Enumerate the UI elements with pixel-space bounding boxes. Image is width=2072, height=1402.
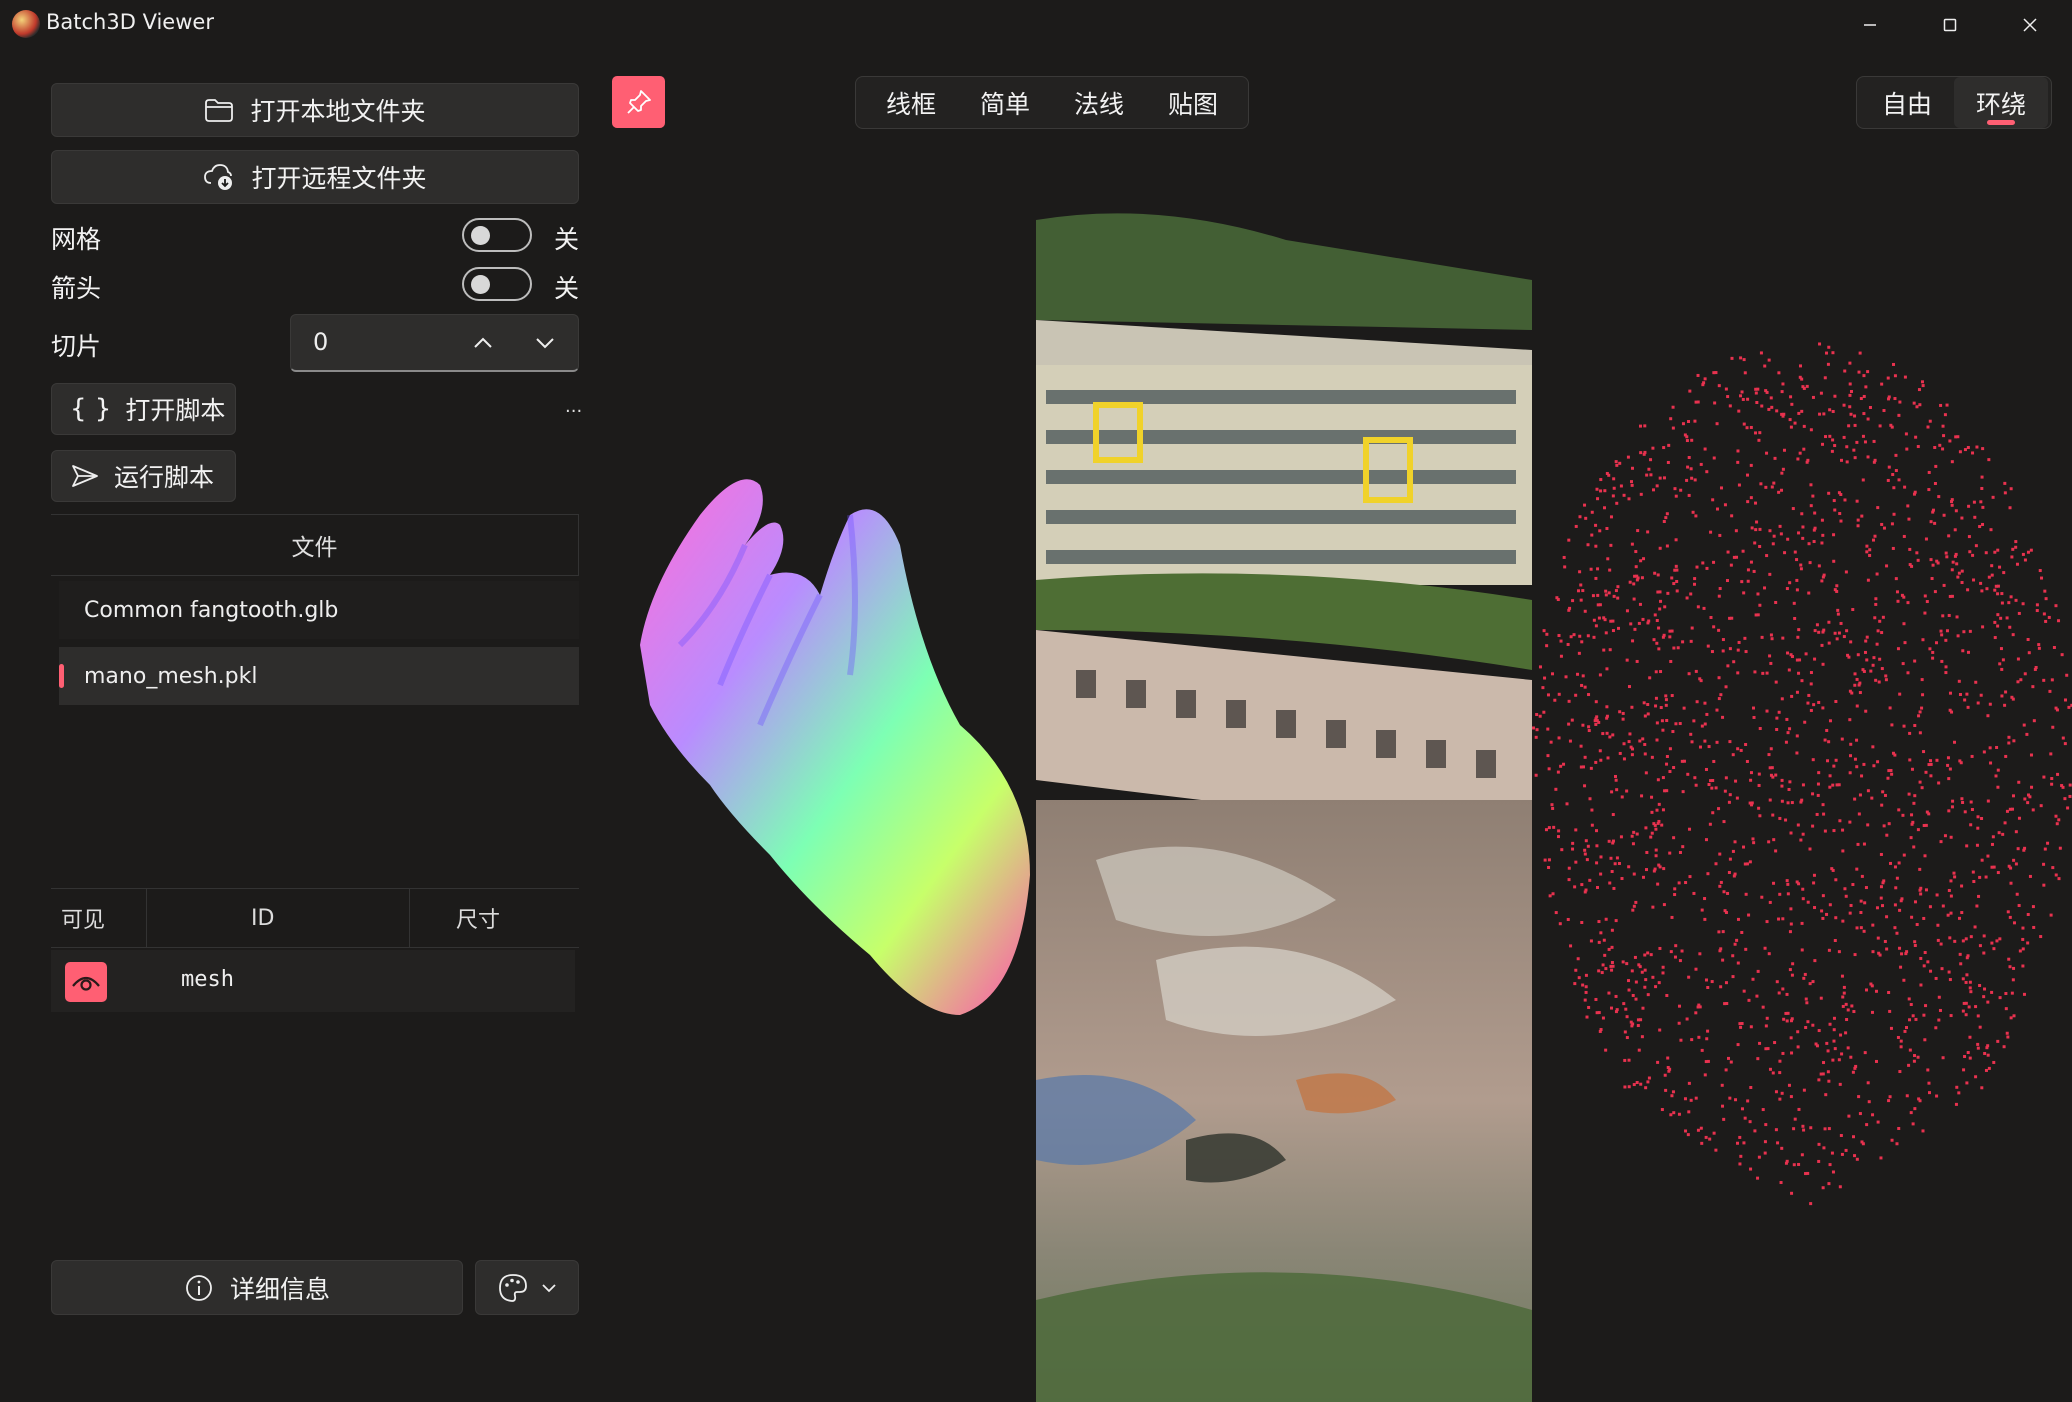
selected-indicator <box>59 664 64 688</box>
arrow-toggle[interactable] <box>462 267 532 301</box>
close-button[interactable] <box>1990 0 2070 50</box>
chevron-down-icon[interactable] <box>533 333 557 353</box>
visibility-toggle[interactable] <box>65 962 107 1002</box>
camera-mode-orbit[interactable]: 环绕 <box>1954 77 2049 128</box>
column-divider[interactable] <box>409 889 410 947</box>
chevron-down-icon <box>542 1283 556 1292</box>
open-local-folder-button[interactable]: 打开本地文件夹 <box>51 83 579 137</box>
cloud-download-icon <box>204 164 233 190</box>
grid-state-label: 关 <box>554 225 580 254</box>
details-label: 详细信息 <box>229 1274 330 1304</box>
table-row[interactable]: mesh <box>51 950 575 1012</box>
eye-icon <box>72 976 100 991</box>
render-mode-simple[interactable]: 简单 <box>958 77 1052 128</box>
maximize-icon <box>1943 18 1957 32</box>
arrow-label: 箭头 <box>51 274 102 303</box>
camera-mode-free[interactable]: 自由 <box>1860 77 1954 128</box>
point-cloud-model[interactable] <box>1532 330 2072 1210</box>
palette-icon <box>499 1273 527 1302</box>
render-mode-normal[interactable]: 法线 <box>1052 77 1146 128</box>
script-path-text: ... <box>565 396 583 417</box>
hand-mesh-model[interactable] <box>620 455 1040 1035</box>
folder-icon <box>205 99 234 122</box>
pin-icon <box>626 90 651 114</box>
file-item-common-fangtooth[interactable]: Common fangtooth.glb <box>59 581 579 639</box>
braces-icon: { } <box>70 394 112 424</box>
slice-label: 切片 <box>51 332 102 361</box>
render-mode-wireframe[interactable]: 线框 <box>864 77 958 128</box>
file-item-mano-mesh[interactable]: mano_mesh.pkl <box>59 647 579 705</box>
send-icon <box>72 465 98 487</box>
photogrammetry-scene[interactable] <box>1036 200 1532 1402</box>
open-remote-folder-label: 打开远程文件夹 <box>251 164 427 193</box>
files-header-label: 文件 <box>291 535 338 561</box>
close-icon <box>2023 18 2037 32</box>
pin-button[interactable] <box>612 76 665 128</box>
details-button[interactable]: 详细信息 <box>51 1260 463 1315</box>
render-mode-selector[interactable]: 线框 简单 法线 贴图 <box>855 76 1250 129</box>
column-size[interactable]: 尺寸 <box>456 889 500 947</box>
files-header: 文件 <box>51 514 579 576</box>
table-header: 可见 ID 尺寸 <box>51 888 579 948</box>
column-id[interactable]: ID <box>251 889 274 947</box>
minimize-button[interactable] <box>1830 0 1910 50</box>
scene-image <box>1036 200 1532 1402</box>
file-name: mano_mesh.pkl <box>84 663 258 689</box>
grid-label: 网格 <box>51 225 102 254</box>
run-script-button[interactable]: 运行脚本 <box>51 450 236 502</box>
open-script-button[interactable]: { } 打开脚本 <box>51 383 236 435</box>
run-script-label: 运行脚本 <box>114 463 215 492</box>
file-name: Common fangtooth.glb <box>84 597 339 623</box>
open-local-folder-label: 打开本地文件夹 <box>250 97 426 126</box>
info-icon <box>186 1274 212 1301</box>
app-icon <box>12 10 40 38</box>
open-remote-folder-button[interactable]: 打开远程文件夹 <box>51 150 579 204</box>
row-id: mesh <box>181 967 234 992</box>
minimize-icon <box>1864 24 1876 26</box>
maximize-button[interactable] <box>1910 0 1990 50</box>
window-title: Batch3D Viewer <box>46 10 214 34</box>
column-divider[interactable] <box>146 889 147 947</box>
slice-stepper[interactable]: 0 <box>290 314 579 372</box>
grid-toggle[interactable] <box>462 218 532 252</box>
camera-mode-selector[interactable]: 自由 环绕 <box>1856 76 2053 129</box>
chevron-up-icon[interactable] <box>471 333 495 353</box>
column-visible[interactable]: 可见 <box>61 889 105 947</box>
title-bar: Batch3D Viewer <box>0 0 2072 50</box>
open-script-label: 打开脚本 <box>125 396 226 425</box>
render-mode-texture[interactable]: 贴图 <box>1146 77 1240 128</box>
theme-palette-button[interactable] <box>475 1260 579 1315</box>
hand-shape <box>640 479 1030 1015</box>
slice-value[interactable]: 0 <box>313 328 328 356</box>
arrow-state-label: 关 <box>554 274 580 303</box>
